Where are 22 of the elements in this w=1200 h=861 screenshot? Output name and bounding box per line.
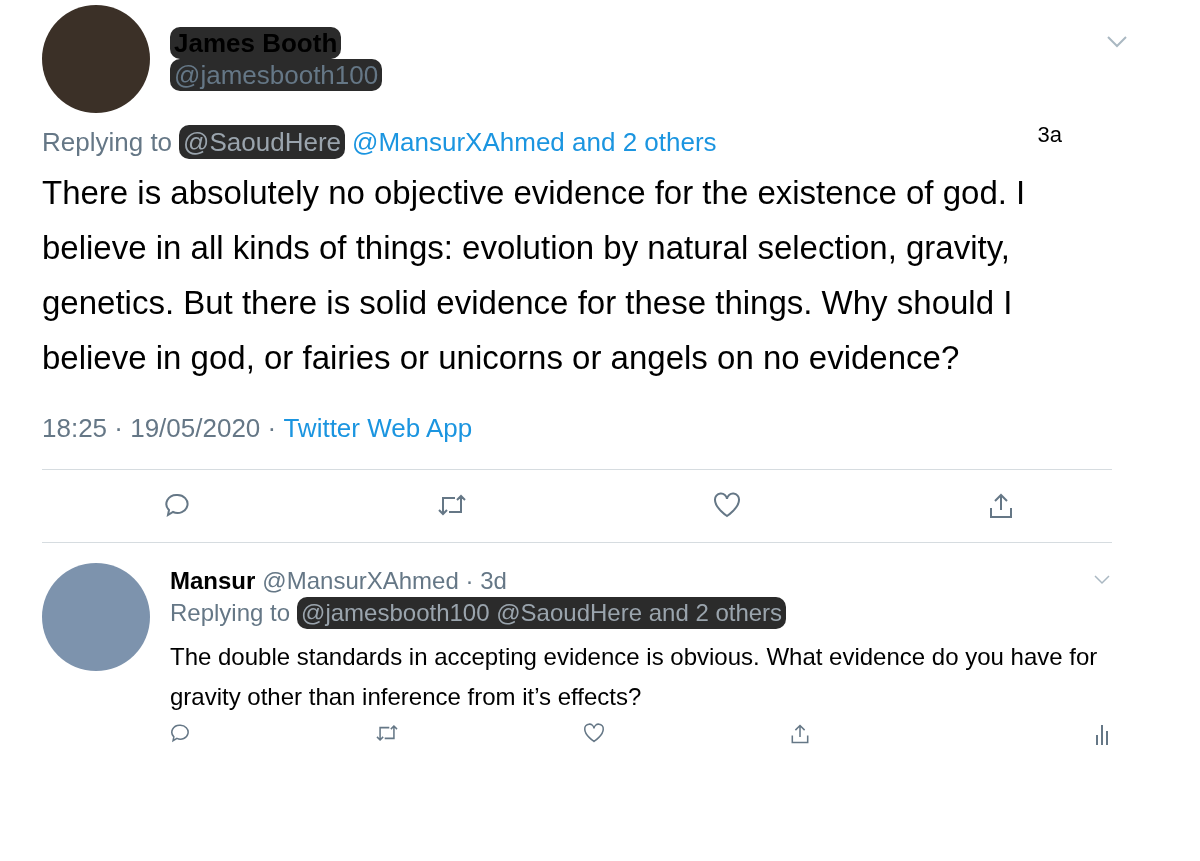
handwritten-annotation: 3a [1037, 120, 1062, 149]
reply-text: The double standards in accepting evidence is obvious. What evidence do you have for gravity other than inference from it’s effects? [170, 642, 1099, 712]
author-name[interactable]: Mansur [170, 565, 256, 597]
tweet-text: There is absolutely no objective evidence for the existence of god. I believe in all kinds of things: evolution by natural selection, gravity, genetics. But there is solid evidence for these things. Why should I believe in god, or fairies or unicorns or angels on no evidence? [42, 173, 1027, 378]
author-handle: @jamesbooth100 [170, 59, 383, 91]
analytics-icon[interactable] [1094, 723, 1110, 745]
retweet-icon[interactable] [374, 723, 399, 743]
retweet-icon[interactable] [436, 492, 467, 518]
mention-link[interactable]: @jamesbooth100 @SaoudHere and 2 others [297, 597, 787, 629]
author-handle: @MansurXAhmed · 3d [262, 566, 507, 596]
mention-link[interactable]: @SaoudHere [179, 125, 345, 159]
reply-icon[interactable] [170, 723, 190, 743]
timestamp: 18:25 · 19/05/2020 · [42, 412, 278, 445]
mention-link[interactable]: @MansurXAhmed and 2 others [352, 125, 717, 159]
replying-to-label: Replying to [170, 598, 291, 628]
reply-icon[interactable] [164, 492, 190, 518]
replying-to-label: Replying to [42, 126, 173, 159]
heart-icon[interactable] [713, 492, 742, 518]
share-icon[interactable] [987, 492, 1014, 520]
source-link[interactable]: Twitter Web App [283, 411, 473, 445]
share-icon[interactable] [789, 723, 810, 745]
heart-icon[interactable] [583, 723, 606, 743]
